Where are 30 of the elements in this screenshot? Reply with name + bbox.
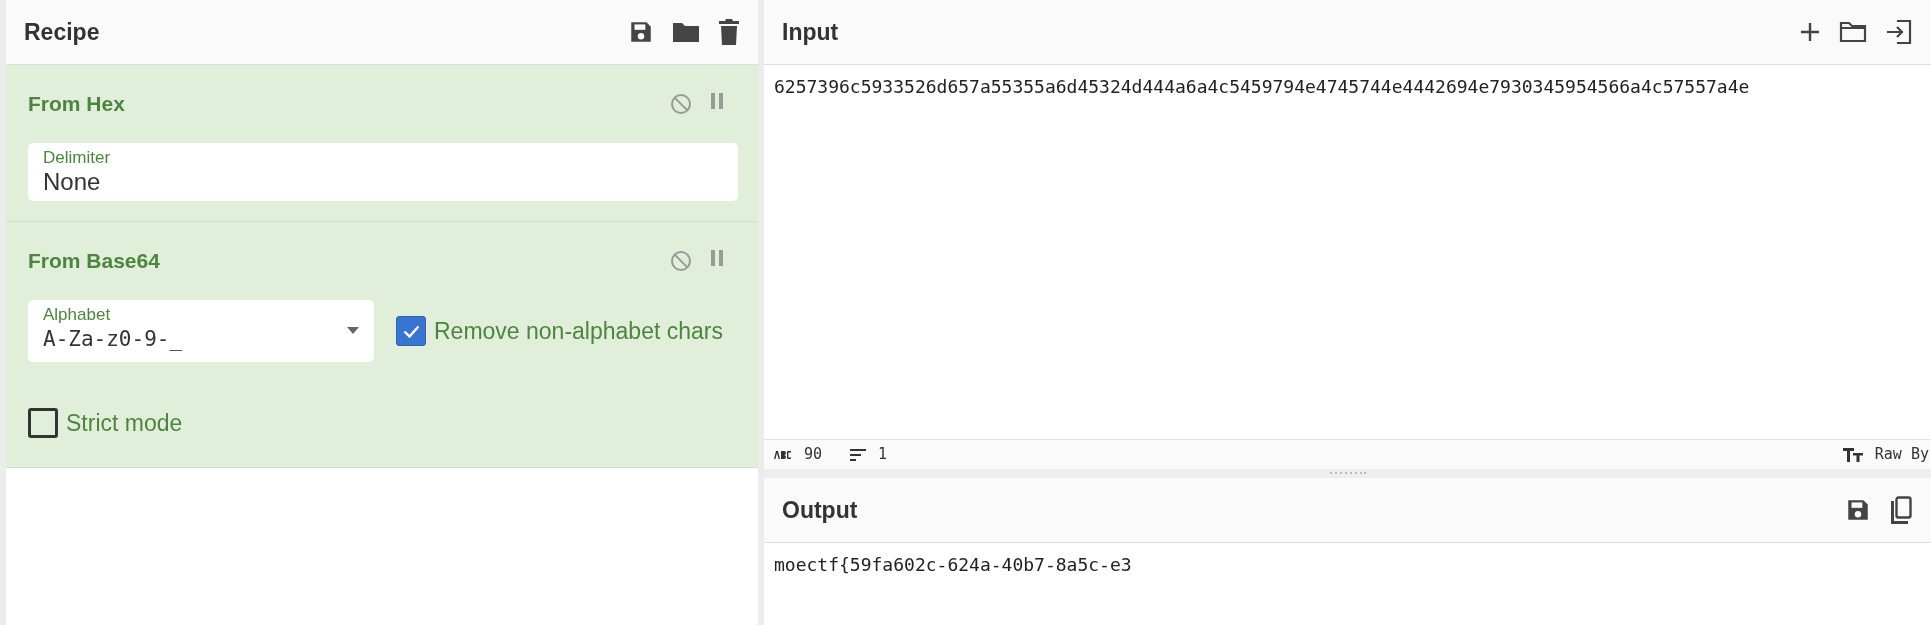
add-icon[interactable] — [1799, 21, 1821, 43]
save-icon[interactable] — [628, 19, 654, 45]
character-count: 90 — [804, 444, 823, 466]
resize-handle-icon[interactable] — [1329, 472, 1366, 475]
save-icon[interactable] — [1845, 497, 1871, 523]
font-icon[interactable] — [1842, 447, 1863, 462]
text-field[interactable]: Delimiter None — [28, 143, 738, 201]
output-text-area[interactable]: moectf{59fa602c-624a-40b7-8a5c-e3 — [764, 543, 1931, 586]
operation-title: From Hex — [28, 91, 125, 118]
operation-title: From Base64 — [28, 248, 160, 275]
dropdown-field[interactable]: Alphabet A-Za-z0-9-_ — [28, 300, 374, 362]
length-icon — [774, 450, 792, 459]
checkbox[interactable] — [28, 408, 58, 439]
checkbox-label: Remove non-alphabet chars — [434, 316, 723, 346]
check-icon — [402, 324, 420, 338]
folder-icon[interactable] — [672, 20, 700, 44]
checkbox-label: Strict mode — [66, 409, 183, 438]
import-icon[interactable] — [1885, 19, 1913, 45]
folder-icon[interactable] — [1839, 20, 1867, 44]
lines-icon — [850, 448, 867, 461]
panel-title: Input — [782, 17, 839, 47]
copy-icon[interactable] — [1889, 496, 1913, 524]
panel-title: Recipe — [24, 17, 100, 47]
checkbox[interactable] — [396, 316, 426, 346]
caret-icon — [347, 327, 359, 334]
panel-title: Output — [782, 495, 858, 525]
line-count: 1 — [878, 444, 888, 466]
input-text-area[interactable]: 6257396c5933526d657a55355a6d45324d444a6a4c5459794e4745744e4442694e7930345954566a4c57557a4e — [764, 65, 1931, 108]
format-button[interactable]: Raw By — [1874, 443, 1929, 466]
delete-icon[interactable] — [718, 18, 740, 46]
